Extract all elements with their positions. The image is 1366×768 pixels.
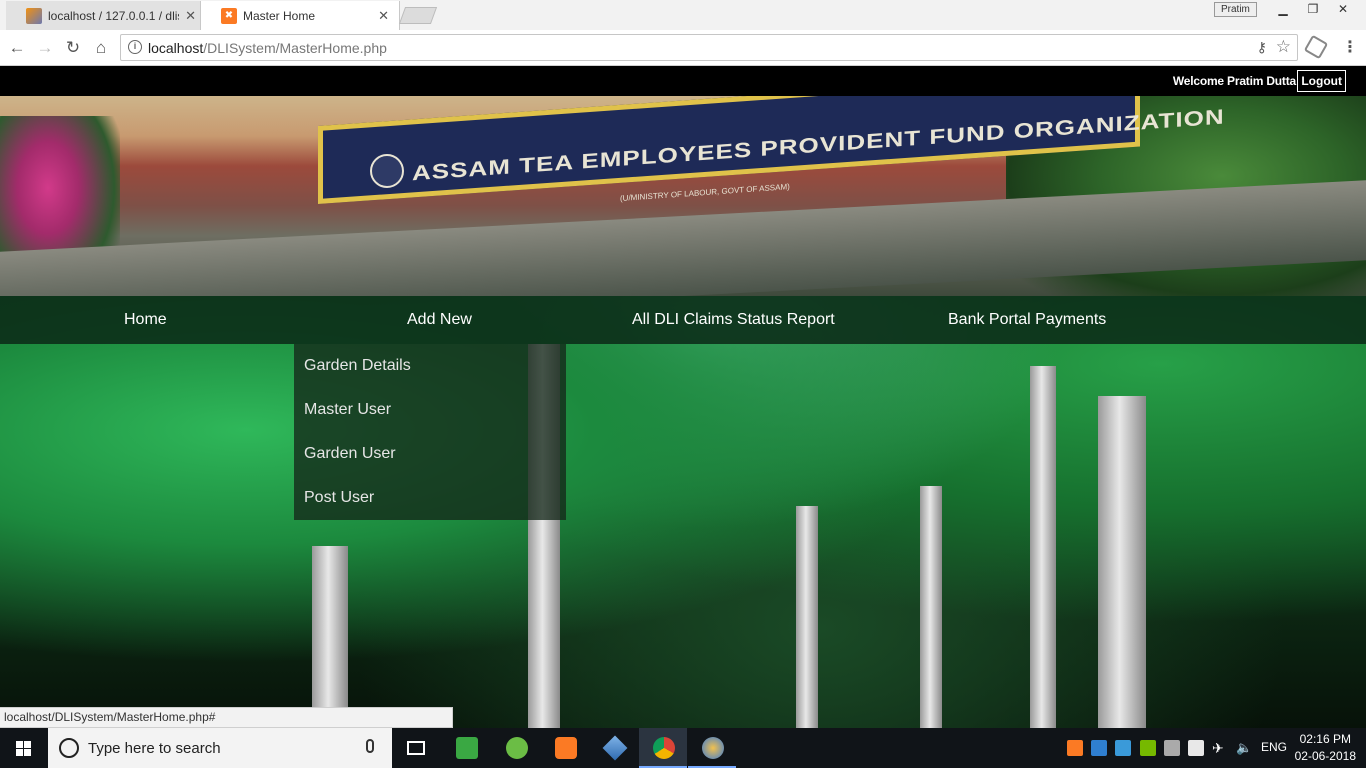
profile-button[interactable]: Pratim <box>1214 2 1257 17</box>
xampp-tray-icon[interactable] <box>1067 740 1083 756</box>
task-view-button[interactable] <box>392 728 440 768</box>
notepad-icon <box>456 737 478 759</box>
header-banner: ASSAM TEA EMPLOYEES PROVIDENT FUND ORGAN… <box>0 96 1366 296</box>
utorrent-icon <box>506 737 528 759</box>
close-window-icon[interactable]: ✕ <box>1328 0 1358 18</box>
tab-phpmyadmin[interactable]: localhost / 127.0.0.1 / dlis ✕ <box>6 1 206 30</box>
browser-tab-strip: localhost / 127.0.0.1 / dlis ✕ ✖ Master … <box>0 0 1366 30</box>
main-nav: Home Add New All DLI Claims Status Repor… <box>0 296 1366 344</box>
home-icon[interactable]: ⌂ <box>90 37 112 59</box>
bookmark-star-icon[interactable]: ☆ <box>1276 37 1291 57</box>
window-controls: ▁ ❐ ✕ <box>1268 0 1358 18</box>
close-icon[interactable]: ✕ <box>185 8 196 24</box>
xampp-icon: ✖ <box>221 7 237 24</box>
tab-title: localhost / 127.0.0.1 / dlis <box>48 8 180 23</box>
address-bar[interactable]: i localhost/DLISystem/MasterHome.php ⚷ ☆ <box>120 34 1298 61</box>
emblem-icon <box>370 154 404 188</box>
logout-button[interactable]: Logout <box>1297 70 1346 92</box>
dropdown-item-garden-details[interactable]: Garden Details <box>294 344 566 388</box>
info-icon[interactable]: i <box>128 40 142 54</box>
dropdown-item-post-user[interactable]: Post User <box>294 476 566 520</box>
taskbar-chrome[interactable] <box>639 728 687 768</box>
add-new-dropdown: Garden Details Master User Garden User P… <box>294 344 566 520</box>
nav-home[interactable]: Home <box>124 296 167 344</box>
top-bar: Welcome Pratim Dutta Logout <box>0 66 1366 96</box>
chrome-icon <box>653 737 675 759</box>
tab-master-home[interactable]: ✖ Master Home ✕ <box>200 1 400 30</box>
chrome-menu-icon[interactable]: ⋮ <box>1342 37 1358 57</box>
taskbar-virtualbox[interactable] <box>590 728 638 768</box>
clock-date: 02-06-2018 <box>1294 749 1356 763</box>
forward-icon[interactable]: → <box>34 37 56 59</box>
nav-bank-portal-payments[interactable]: Bank Portal Payments <box>948 296 1106 344</box>
phpmyadmin-icon <box>26 7 42 24</box>
taskbar-search[interactable]: Type here to search <box>48 728 392 768</box>
taskbar-clock[interactable]: 02:16 PM 02-06-2018 <box>1295 731 1356 765</box>
app-tray-icon[interactable] <box>1115 740 1131 756</box>
minimize-icon[interactable]: ▁ <box>1268 0 1298 18</box>
back-icon[interactable]: ← <box>6 37 28 59</box>
taskbar-utorrent[interactable] <box>492 728 540 768</box>
page-viewport: Welcome Pratim Dutta Logout ASSAM TEA EM… <box>0 66 1366 728</box>
dropdown-item-garden-user[interactable]: Garden User <box>294 432 566 476</box>
windows-logo-icon <box>16 741 32 756</box>
xampp-icon <box>555 737 577 759</box>
url-text[interactable]: localhost/DLISystem/MasterHome.php <box>148 40 387 56</box>
browser-toolbar: ← → ↻ ⌂ i localhost/DLISystem/MasterHome… <box>0 30 1366 66</box>
volume-icon[interactable]: 🔈 <box>1236 740 1252 756</box>
language-indicator[interactable]: ENG <box>1261 740 1287 754</box>
nav-add-new[interactable]: Add New <box>407 296 472 344</box>
network-icon[interactable]: ✈ <box>1212 740 1228 756</box>
taskbar-xampp[interactable] <box>541 728 589 768</box>
task-view-icon <box>407 741 425 755</box>
tab-title: Master Home <box>243 8 316 23</box>
key-icon[interactable]: ⚷ <box>1257 39 1267 56</box>
cube-icon <box>602 735 628 761</box>
welcome-text: Welcome Pratim Dutta <box>1172 74 1296 88</box>
link-status-bar: localhost/DLISystem/MasterHome.php# <box>0 707 453 728</box>
microphone-icon[interactable] <box>366 739 374 753</box>
search-placeholder: Type here to search <box>88 740 221 757</box>
nvidia-tray-icon[interactable] <box>1140 740 1156 756</box>
dropdown-item-master-user[interactable]: Master User <box>294 388 566 432</box>
paint-icon <box>702 737 724 759</box>
close-icon[interactable]: ✕ <box>378 8 389 24</box>
restore-icon[interactable]: ❐ <box>1298 0 1328 18</box>
windows-taskbar: Type here to search ✈ 🔈 ENG 02:16 PM 02-… <box>0 728 1366 768</box>
keyboard-tray-icon[interactable] <box>1164 740 1180 756</box>
cortana-icon <box>59 738 79 758</box>
start-button[interactable] <box>0 728 48 768</box>
taskbar-paint[interactable] <box>688 728 736 768</box>
new-tab-button[interactable] <box>398 7 438 24</box>
security-tray-icon[interactable] <box>1188 740 1204 756</box>
clock-time: 02:16 PM <box>1299 732 1351 746</box>
extension-icon[interactable] <box>1303 34 1329 60</box>
signboard-subtext: (U/MINISTRY OF LABOUR, GOVT OF ASSAM) <box>620 182 790 203</box>
reload-icon[interactable]: ↻ <box>62 37 84 59</box>
nav-dli-claims-status-report[interactable]: All DLI Claims Status Report <box>632 296 835 344</box>
network-drive-tray-icon[interactable] <box>1091 740 1107 756</box>
taskbar-notepad[interactable] <box>442 728 490 768</box>
